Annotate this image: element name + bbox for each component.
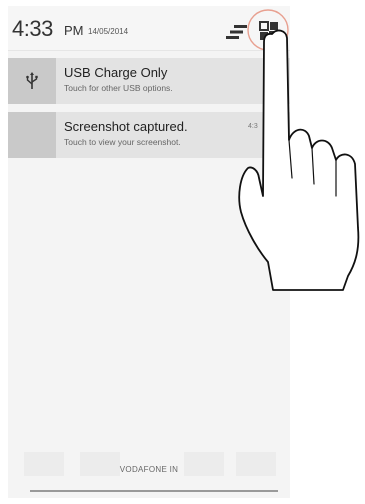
screenshot-thumbnail [8,112,56,158]
notification-sort-icon[interactable] [226,24,248,40]
notification-time: 4:3 [248,123,258,130]
notification-screenshot[interactable]: Screenshot captured. Touch to view your … [8,112,290,158]
quick-settings-icon[interactable] [258,20,280,42]
clock-time: 4:33 [12,16,53,41]
notification-subtitle: Touch for other USB options. [64,83,173,93]
notification-icon-area [8,58,56,104]
carrier-label: VODAFONE IN [119,465,179,474]
notification-subtitle: Touch to view your screenshot. [64,137,181,147]
notification-shade: 4:33 PM 14/05/2014 USB Charge Only Touch… [8,6,290,498]
notification-title: Screenshot captured. [64,119,188,134]
notification-usb[interactable]: USB Charge Only Touch for other USB opti… [8,58,290,104]
drag-handle[interactable] [30,490,278,492]
hand-detail [288,139,337,197]
status-bar: 4:33 PM 14/05/2014 [8,6,290,51]
clock-ampm: PM [64,23,84,38]
date-label: 14/05/2014 [88,27,129,36]
usb-icon [26,72,38,89]
notification-title: USB Charge Only [64,65,168,80]
